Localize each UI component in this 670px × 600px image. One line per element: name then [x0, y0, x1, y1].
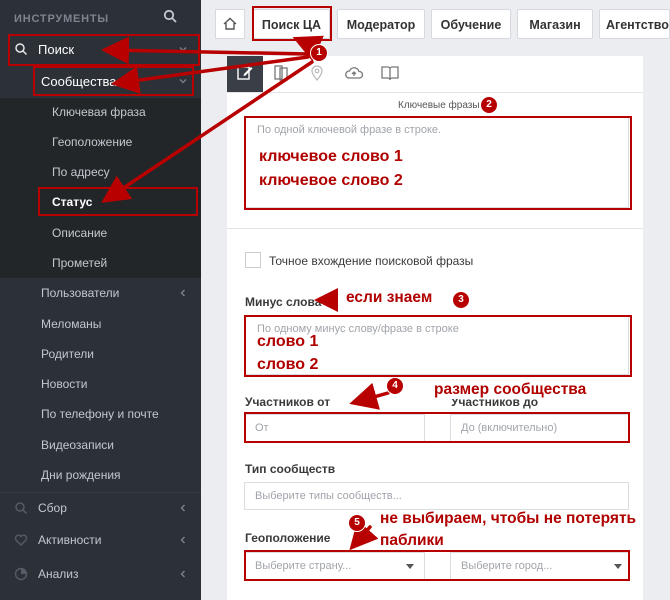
keywords-line: ключевое слово 1: [259, 148, 403, 165]
location-icon: [311, 65, 323, 82]
members-from-input[interactable]: От: [244, 414, 425, 442]
minus-words-label: Минус слова: [245, 295, 322, 309]
chevron-left-icon: [177, 502, 189, 514]
sidebar-item-users[interactable]: Пользователи: [0, 278, 201, 308]
chevron-left-icon: [177, 534, 189, 546]
community-type-placeholder: Выберите типы сообществ...: [255, 490, 402, 502]
sidebar-item-label: Описание: [52, 226, 108, 240]
sidebar-item-label: Сообщества: [41, 74, 117, 89]
edit-tool-button[interactable]: [227, 56, 263, 92]
sidebar-item-news[interactable]: Новости: [0, 369, 201, 399]
keywords-placeholder: По одной ключевой фразе в строке.: [257, 124, 442, 136]
sidebar-item-label: Пользователи: [41, 286, 120, 300]
sidebar-header: ИНСТРУМЕНТЫ: [0, 0, 201, 38]
sidebar-subitem-description[interactable]: Описание: [0, 218, 201, 248]
sidebar-item-label: Поиск: [38, 42, 75, 57]
tab-moderator[interactable]: Модератор: [337, 9, 425, 39]
chevron-left-icon: [177, 568, 189, 580]
sidebar-item-label: По адресу: [52, 165, 110, 179]
sidebar-subitem-status[interactable]: Статус: [0, 187, 201, 217]
chevron-left-icon: [177, 287, 189, 299]
top-tabbar: Поиск ЦА Модератор Обучение Магазин Аген…: [201, 0, 670, 50]
minus-line: слово 1: [257, 333, 319, 350]
home-icon: [223, 17, 237, 30]
book-tool-button[interactable]: [371, 56, 407, 92]
caret-down-icon: [614, 564, 622, 569]
exact-match-label: Точное вхождение поисковой фразы: [269, 254, 474, 268]
city-placeholder: Выберите город...: [461, 560, 553, 572]
sidebar-item-videos[interactable]: Видеозаписи: [0, 430, 201, 460]
country-placeholder: Выберите страну...: [255, 560, 352, 572]
minus-line: слово 2: [257, 356, 319, 373]
edit-icon: [237, 66, 253, 80]
sidebar-item-label: Анализ: [38, 567, 79, 581]
sidebar-item-search[interactable]: Поиск: [0, 34, 201, 64]
chevron-down-icon: [177, 43, 189, 55]
divider: [227, 228, 643, 229]
sidebar-item-music-lovers[interactable]: Меломаны: [0, 309, 201, 339]
keywords-caption: Ключевые фразы: [398, 100, 480, 111]
copy-icon: [274, 65, 288, 81]
caret-down-icon: [406, 564, 414, 569]
chart-icon: [14, 567, 28, 581]
magnifier-plus-icon: [14, 501, 28, 515]
home-button[interactable]: [215, 9, 245, 39]
city-select[interactable]: Выберите город...: [450, 552, 629, 580]
tab-agency[interactable]: Агентство: [599, 9, 670, 39]
tab-audience-search[interactable]: Поиск ЦА: [253, 9, 330, 39]
sidebar-subitem-address[interactable]: По адресу: [0, 157, 201, 187]
country-select[interactable]: Выберите страну...: [244, 552, 425, 580]
sidebar-item-label: Статус: [52, 195, 93, 209]
sidebar-subitem-keyphrase[interactable]: Ключевая фраза: [0, 97, 201, 127]
sidebar-item-label: Родители: [41, 347, 94, 361]
members-from-placeholder: От: [255, 422, 269, 434]
keywords-textarea[interactable]: По одной ключевой фразе в строке. ключев…: [244, 116, 629, 208]
sidebar-item-collect[interactable]: Сбор: [0, 492, 201, 523]
sidebar-item-label: По телефону и почте: [41, 407, 159, 421]
community-type-select[interactable]: Выберите типы сообществ...: [244, 482, 629, 510]
sidebar-item-phone-email[interactable]: По телефону и почте: [0, 399, 201, 429]
sidebar-item-analysis[interactable]: Анализ: [0, 559, 201, 589]
sidebar-item-birthdays[interactable]: Дни рождения: [0, 460, 201, 490]
upload-tool-button[interactable]: [335, 56, 371, 92]
sidebar-item-label: Прометей: [52, 256, 108, 270]
tab-shop[interactable]: Магазин: [517, 9, 593, 39]
sidebar-item-label: Сбор: [38, 501, 67, 515]
community-type-label: Тип сообществ: [245, 462, 336, 476]
search-icon[interactable]: [163, 9, 181, 27]
sidebar-title: ИНСТРУМЕНТЫ: [14, 13, 110, 25]
form-panel: Ключевые фразы По одной ключевой фразе в…: [227, 56, 643, 600]
geo-label: Геоположение: [245, 531, 331, 545]
keywords-line: ключевое слово 2: [259, 172, 403, 189]
panel-toolbar: [227, 56, 643, 93]
members-from-label: Участников от: [245, 395, 331, 409]
sidebar-item-label: Активности: [38, 533, 102, 547]
copy-tool-button[interactable]: [263, 56, 299, 92]
cloud-upload-icon: [345, 67, 364, 79]
sidebar-item-label: Меломаны: [41, 317, 102, 331]
exact-match-checkbox[interactable]: [245, 252, 261, 268]
search-icon: [14, 42, 28, 56]
sidebar: ИНСТРУМЕНТЫ Поиск Сообщества Ключевая фр…: [0, 0, 201, 600]
sidebar-item-activities[interactable]: Активности: [0, 525, 201, 555]
sidebar-item-label: Видеозаписи: [41, 438, 115, 452]
heart-icon: [14, 533, 28, 547]
sidebar-subitem-prometheus[interactable]: Прометей: [0, 248, 201, 278]
members-to-input[interactable]: До (включительно): [450, 414, 629, 442]
sidebar-item-label: Ключевая фраза: [52, 105, 146, 119]
members-to-placeholder: До (включительно): [461, 422, 558, 434]
book-icon: [381, 66, 399, 81]
chevron-down-icon: [177, 75, 189, 87]
tab-training[interactable]: Обучение: [431, 9, 511, 39]
members-to-label: Участников до: [451, 395, 539, 409]
sidebar-item-label: Дни рождения: [41, 468, 121, 482]
minus-words-textarea[interactable]: По одному минус слову/фразе в строке сло…: [244, 315, 629, 375]
sidebar-item-communities[interactable]: Сообщества: [0, 66, 201, 96]
sidebar-item-label: Новости: [41, 377, 88, 391]
sidebar-subitem-geo[interactable]: Геоположение: [0, 127, 201, 157]
sidebar-item-label: Геоположение: [52, 135, 133, 149]
location-tool-button[interactable]: [299, 56, 335, 92]
sidebar-item-parents[interactable]: Родители: [0, 339, 201, 369]
